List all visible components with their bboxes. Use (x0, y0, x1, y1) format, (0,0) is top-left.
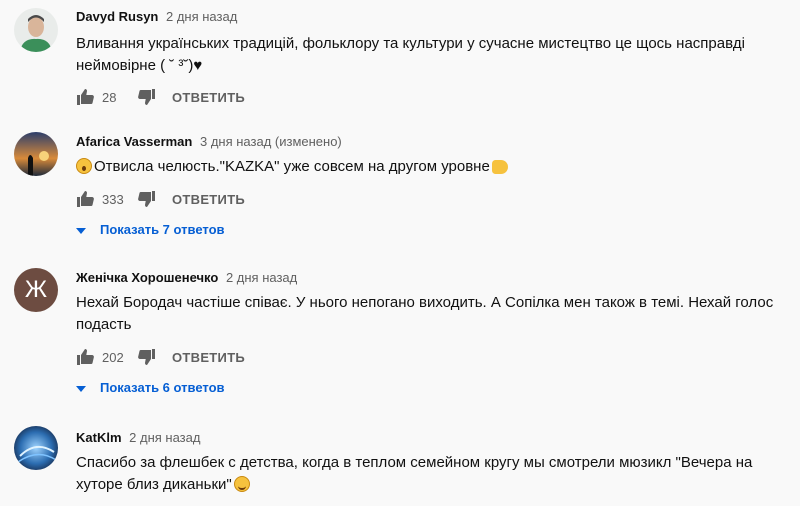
like-count: 202 (102, 349, 124, 365)
astonished-face-icon (76, 158, 92, 174)
comment-text: Нехай Бородач частіше співає. У нього не… (76, 292, 776, 336)
thumb-up-icon[interactable] (76, 349, 94, 365)
comment-text-content: Нехай Бородач частіше співає. У нього не… (76, 294, 774, 333)
thumb-down-icon[interactable] (138, 89, 156, 105)
like-count: 333 (102, 191, 124, 207)
flexed-biceps-icon (491, 160, 508, 174)
avatar[interactable] (14, 426, 58, 470)
comment-timestamp[interactable]: 2 дня назад (166, 9, 237, 24)
caret-down-icon (76, 222, 86, 237)
avatar[interactable]: Ж (14, 268, 58, 312)
thumb-up-icon[interactable] (76, 89, 94, 105)
show-replies-button[interactable]: Показать 6 ответов (76, 377, 225, 397)
comment-text-content: Отвисла челюсть."KAZKA" уже совсем на др… (94, 158, 490, 175)
like-count: 28 (102, 89, 117, 105)
avatar-letter: Ж (24, 276, 48, 303)
comment-author[interactable]: Afarica Vasserman (76, 134, 192, 149)
avatar[interactable] (14, 8, 58, 52)
thumb-down-icon[interactable] (138, 191, 156, 207)
thumb-down-icon[interactable] (138, 349, 156, 365)
comment-timestamp[interactable]: 2 дня назад (129, 430, 200, 445)
show-replies-label: Показать 7 ответов (100, 221, 225, 237)
person-photo-icon (14, 8, 58, 52)
thumb-up-icon[interactable] (76, 191, 94, 207)
comment-author[interactable]: KatKlm (76, 430, 122, 445)
comment-text-content: Вливання українських традицій, фольклору… (76, 35, 745, 74)
comment-author[interactable]: Davyd Rusyn (76, 9, 158, 24)
reply-button[interactable]: ОТВЕТИТЬ (172, 90, 245, 105)
comment-text: Вливання українських традицій, фольклору… (76, 33, 776, 77)
caret-down-icon (76, 380, 86, 395)
comment-timestamp[interactable]: 2 дня назад (226, 270, 297, 285)
comment-text: Отвисла челюсть."KAZKA" уже совсем на др… (76, 156, 776, 178)
reply-button[interactable]: ОТВЕТИТЬ (172, 350, 245, 365)
smiling-face-icon (233, 476, 250, 492)
comment-text: Спасибо за флешбек с детства, когда в те… (76, 452, 776, 496)
reply-button[interactable]: ОТВЕТИТЬ (172, 192, 245, 207)
sunset-photo-icon (14, 132, 58, 176)
show-replies-button[interactable]: Показать 7 ответов (76, 219, 225, 239)
abstract-photo-icon (14, 426, 58, 470)
show-replies-label: Показать 6 ответов (100, 379, 225, 395)
comment-text-content: Спасибо за флешбек с детства, когда в те… (76, 454, 753, 493)
comment-timestamp[interactable]: 3 дня назад (изменено) (200, 134, 342, 149)
avatar[interactable] (14, 132, 58, 176)
comment-author[interactable]: Женічка Хорошенечко (76, 270, 218, 285)
